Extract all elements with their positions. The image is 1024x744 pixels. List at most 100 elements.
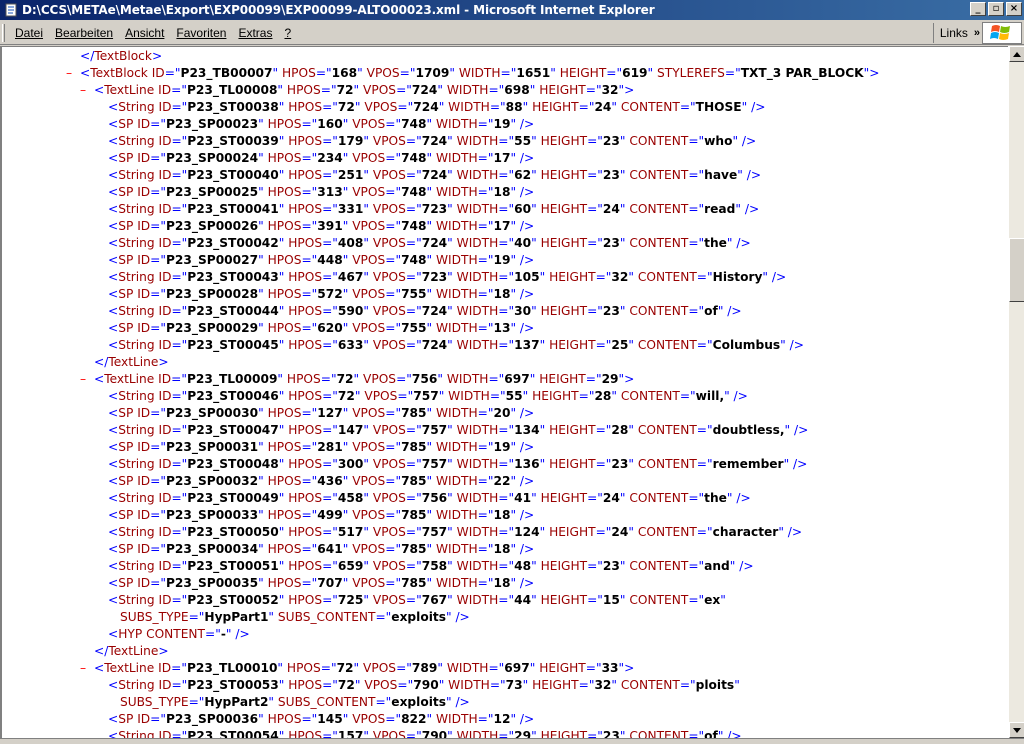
xml-attr-value: P23_TL00009 — [186, 372, 278, 386]
xml-attr-name: HPOS — [288, 593, 323, 607]
vertical-scrollbar[interactable] — [1008, 46, 1024, 738]
xml-attr-name: CONTENT — [629, 236, 689, 250]
xml-attr-name: HPOS — [286, 372, 321, 386]
xml-attr-name: HEIGHT — [540, 202, 588, 216]
scroll-thumb[interactable] — [1009, 238, 1024, 302]
xml-tag: SP — [118, 287, 134, 301]
xml-attr-name: HEIGHT — [540, 236, 588, 250]
menu-datei[interactable]: Datei — [9, 24, 49, 42]
xml-attr-name: HEIGHT — [559, 66, 607, 80]
xml-tag: TextLine — [104, 372, 155, 386]
xml-attr-value: 18 — [493, 287, 511, 301]
maximize-icon: ▫ — [992, 3, 1000, 14]
xml-line: SUBS_TYPE="HypPart1" SUBS_CONTENT="explo… — [120, 610, 470, 624]
toolbar-grip[interactable] — [2, 23, 5, 42]
xml-attr-value: 23 — [602, 559, 620, 573]
xml-tag: HYP — [118, 627, 143, 641]
xml-attr-value: 168 — [331, 66, 358, 80]
xml-tag: TextLine — [104, 661, 155, 675]
xml-attr-value: and — [704, 559, 730, 573]
xml-line: <String ID="P23_ST00045" HPOS="633" VPOS… — [108, 338, 804, 352]
xml-attr-value: 391 — [317, 219, 343, 233]
xml-attr-name: HEIGHT — [539, 83, 586, 97]
xml-attr-name: WIDTH — [436, 440, 478, 454]
collapse-toggle[interactable]: – — [66, 65, 80, 82]
collapse-toggle[interactable]: – — [80, 371, 94, 388]
xml-attr-name: ID — [137, 474, 151, 488]
xml-line: – <TextBlock ID="P23_TB00007" HPOS="168" … — [66, 65, 880, 82]
xml-attr-value: 105 — [514, 270, 540, 284]
menu-favoriten[interactable]: Favoriten — [170, 24, 232, 42]
xml-attr-name: VPOS — [352, 287, 386, 301]
ie-document-icon[interactable] — [3, 2, 19, 18]
xml-attr-name: HPOS — [267, 253, 302, 267]
xml-attr-value: will, — [695, 389, 725, 403]
xml-attr-value: 19 — [493, 117, 511, 131]
xml-attr-name: ID — [158, 202, 172, 216]
xml-attr-name: VPOS — [363, 372, 397, 386]
menu-bearbeiten[interactable]: Bearbeiten — [49, 24, 119, 42]
xml-attr-value: 448 — [317, 253, 343, 267]
scroll-up-button[interactable] — [1009, 46, 1024, 62]
xml-attr-name: HPOS — [288, 525, 323, 539]
xml-attr-name: VPOS — [372, 729, 406, 738]
xml-attr-name: HPOS — [288, 100, 323, 114]
menu-ansicht[interactable]: Ansicht — [119, 24, 170, 42]
document-view[interactable]: </TextBlock> – <TextBlock ID="P23_TB00007"… — [0, 46, 1008, 738]
xml-attr-name: VPOS — [352, 117, 386, 131]
xml-line: <SP ID="P23_SP00023" HPOS="160" VPOS="74… — [108, 117, 535, 131]
xml-attr-name: HPOS — [288, 729, 323, 738]
xml-attr-name: ID — [137, 321, 151, 335]
xml-attr-name: WIDTH — [436, 576, 478, 590]
xml-attr-value: who — [704, 134, 733, 148]
xml-attr-value: 15 — [602, 593, 620, 607]
scroll-down-button[interactable] — [1009, 722, 1024, 738]
minimize-button[interactable]: _ — [970, 2, 986, 16]
title-bar[interactable]: D:\CCS\METAe\Metae\Export\EXP00099\EXP00… — [0, 0, 1024, 20]
xml-tag: SP — [118, 474, 134, 488]
xml-attr-value: P23_TB00007 — [180, 66, 273, 80]
xml-line: – <TextLine ID="P23_TL00009" HPOS="72" VP… — [80, 371, 635, 388]
xml-line: <SP ID="P23_SP00031" HPOS="281" VPOS="78… — [108, 440, 535, 454]
links-toolbar[interactable]: Links » — [932, 23, 980, 43]
xml-attr-value: 48 — [514, 559, 532, 573]
xml-attr-value: 40 — [514, 236, 532, 250]
xml-attr-name: ID — [158, 389, 172, 403]
xml-attr-name: CONTENT — [620, 678, 680, 692]
xml-attr-name: STYLEREFS — [657, 66, 725, 80]
xml-attr-value: 19 — [493, 253, 511, 267]
xml-line: <SP ID="P23_SP00036" HPOS="145" VPOS="82… — [108, 712, 535, 726]
xml-attr-value: 619 — [622, 66, 648, 80]
menu-extras[interactable]: Extras — [232, 24, 278, 42]
window-controls: _ ▫ × — [968, 2, 1022, 16]
collapse-toggle[interactable]: – — [80, 660, 94, 677]
menu-help[interactable]: ? — [278, 24, 297, 42]
xml-attr-value: 572 — [317, 287, 343, 301]
collapse-toggle[interactable]: – — [80, 82, 94, 99]
xml-attr-value: 517 — [337, 525, 364, 539]
xml-attr-value: 20 — [493, 406, 511, 420]
xml-attr-value: 137 — [514, 338, 540, 352]
maximize-button[interactable]: ▫ — [988, 2, 1004, 16]
xml-attr-name: VPOS — [352, 508, 386, 522]
xml-attr-name: CONTENT — [629, 202, 689, 216]
xml-tag: SP — [118, 185, 134, 199]
xml-attr-value: 757 — [421, 525, 448, 539]
xml-attr-name: VPOS — [352, 406, 386, 420]
xml-attr-value: 755 — [401, 287, 427, 301]
xml-attr-value: 785 — [401, 474, 427, 488]
xml-attr-name: WIDTH — [436, 219, 478, 233]
xml-attr-name: ID — [137, 508, 151, 522]
close-button[interactable]: × — [1006, 2, 1022, 16]
xml-tag: String — [118, 202, 155, 216]
xml-attr-name: SUBS_CONTENT — [277, 695, 376, 709]
xml-attr-value: 18 — [493, 185, 511, 199]
xml-attr-value: 32 — [611, 270, 629, 284]
xml-line: <String ID="P23_ST00046" HPOS="72" VPOS=… — [108, 389, 748, 403]
xml-attr-name: ID — [158, 491, 172, 505]
xml-attr-name: WIDTH — [436, 474, 478, 488]
xml-attr-value: of — [704, 304, 718, 318]
xml-attr-name: ID — [151, 66, 165, 80]
chevron-right-icon[interactable]: » — [974, 27, 980, 39]
xml-attr-name: HPOS — [267, 321, 302, 335]
